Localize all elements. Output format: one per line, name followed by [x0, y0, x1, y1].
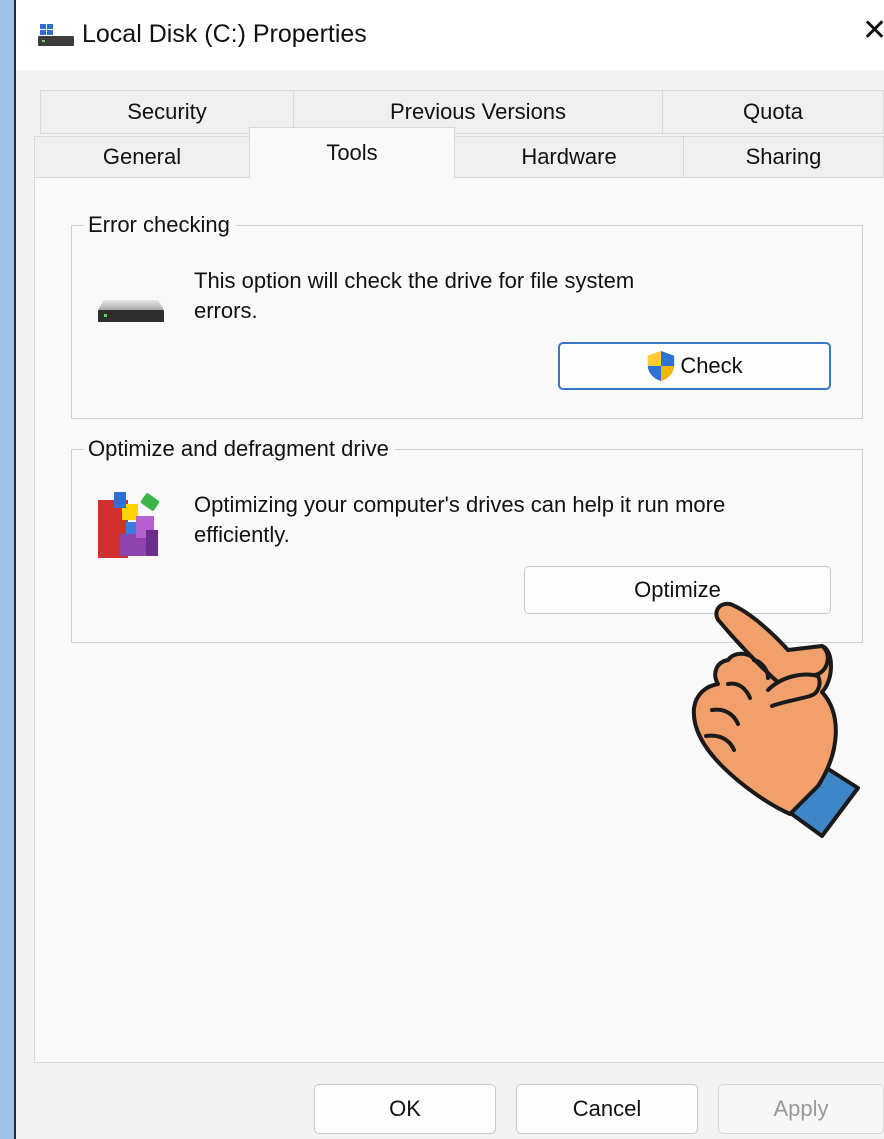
properties-window: Local Disk (C:) Properties ✕ Security Pr…: [14, 0, 884, 1139]
title-bar: Local Disk (C:) Properties ✕: [16, 0, 884, 70]
pointing-hand-icon: [691, 601, 860, 838]
optimize-description: Optimizing your computer's drives can he…: [194, 492, 726, 547]
drive-icon: [98, 300, 164, 322]
error-checking-group: Error checking This option will check th…: [71, 212, 863, 419]
apply-button-label: Apply: [773, 1096, 829, 1121]
cancel-button-label: Cancel: [572, 1096, 642, 1121]
close-icon[interactable]: ✕: [862, 16, 884, 46]
tab-quota[interactable]: Quota: [662, 90, 884, 134]
tab-hardware[interactable]: Hardware: [454, 136, 684, 178]
error-checking-legend: Error checking: [84, 212, 236, 238]
apply-button[interactable]: Apply: [718, 1084, 884, 1134]
error-checking-description: This option will check the drive for fil…: [194, 268, 635, 323]
check-button-label: Check: [680, 353, 743, 378]
drive-title-icon: [38, 24, 74, 46]
tab-tools[interactable]: Tools: [249, 127, 455, 179]
ok-button[interactable]: OK: [314, 1084, 496, 1134]
uac-shield-icon: [648, 351, 675, 381]
tab-sharing[interactable]: Sharing: [683, 136, 884, 178]
window-title: Local Disk (C:) Properties: [82, 20, 367, 48]
check-button[interactable]: Check: [558, 342, 831, 390]
defrag-icon: [98, 492, 160, 558]
tab-general[interactable]: General: [34, 136, 250, 178]
optimize-legend: Optimize and defragment drive: [84, 436, 395, 462]
ok-button-label: OK: [389, 1096, 421, 1121]
cancel-button[interactable]: Cancel: [516, 1084, 698, 1134]
